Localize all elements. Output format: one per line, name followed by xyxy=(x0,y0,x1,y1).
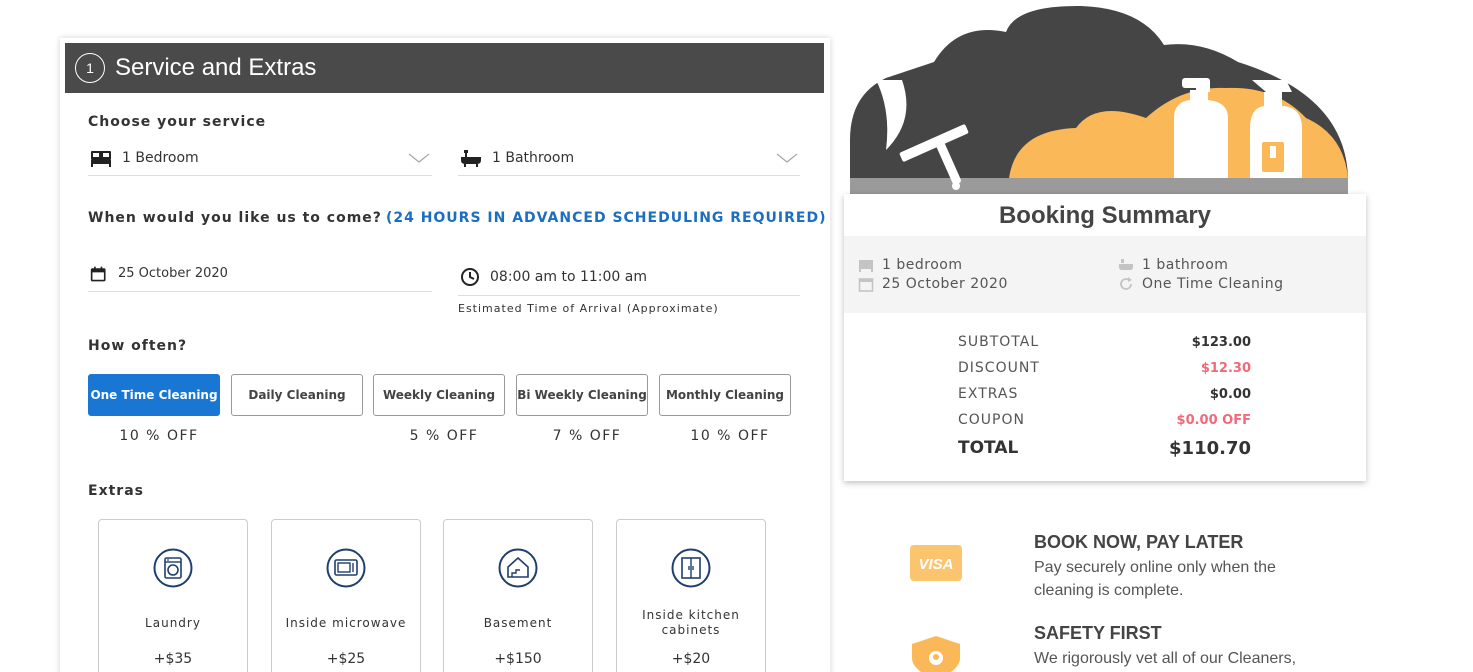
extra-name: Basement xyxy=(483,616,553,630)
booking-summary-card: Booking Summary 1 bedroom 25 October 202… xyxy=(844,194,1366,481)
total-label: TOTAL xyxy=(958,438,1019,458)
extra-name: Inside kitchen cabinets xyxy=(642,608,740,637)
extra-name: Laundry xyxy=(145,616,201,630)
booking-summary-info: 1 bedroom 25 October 2020 1 bathroom One… xyxy=(844,236,1366,313)
eta-note: Estimated Time of Arrival (Approximate) xyxy=(458,302,719,315)
visa-card-icon: VISA xyxy=(910,545,962,581)
time-value: 08:00 am to 11:00 am xyxy=(490,268,647,285)
bathroom-select[interactable]: 1 Bathroom xyxy=(458,140,800,176)
section-title: Service and Extras xyxy=(115,54,317,81)
extra-price: +$20 xyxy=(671,651,711,667)
when-label: When would you like us to come? (24 HOURS… xyxy=(88,210,826,226)
extras-summary-label: EXTRAS xyxy=(958,386,1019,402)
how-often-label: How often? xyxy=(88,338,188,354)
calendar-icon xyxy=(858,278,874,292)
frequency-weekly-button[interactable]: Weekly Cleaning xyxy=(373,374,505,416)
frequency-biweekly-discount: 7 % OFF xyxy=(552,428,622,444)
summary-bedroom: 1 bedroom xyxy=(858,257,962,273)
microwave-icon xyxy=(326,548,366,588)
extra-laundry-card[interactable]: Laundry +$35 xyxy=(98,519,248,672)
extra-price: +$150 xyxy=(494,651,542,667)
extra-name: Inside microwave xyxy=(285,616,407,630)
date-value: 25 October 2020 xyxy=(118,266,228,281)
advance-scheduling-note: (24 HOURS IN ADVANCED SCHEDULING REQUIRE… xyxy=(385,210,827,226)
discount-label: DISCOUNT xyxy=(958,360,1040,376)
frequency-weekly-discount: 5 % OFF xyxy=(409,428,479,444)
bedroom-value: 1 Bedroom xyxy=(122,149,199,166)
coupon-value: $0.00 OFF xyxy=(1176,413,1251,428)
frequency-one-time-button[interactable]: One Time Cleaning xyxy=(88,374,220,416)
summary-date-text: 25 October 2020 xyxy=(882,276,1008,292)
bed-icon xyxy=(91,150,111,167)
refresh-icon xyxy=(1120,277,1132,290)
basement-icon xyxy=(498,548,538,588)
time-field[interactable]: 08:00 am to 11:00 am xyxy=(458,258,800,296)
discount-value: $12.30 xyxy=(1200,361,1251,376)
calendar-icon xyxy=(90,266,106,281)
subtotal-label: SUBTOTAL xyxy=(958,334,1040,350)
extras-summary-value: $0.00 xyxy=(1209,387,1251,402)
summary-bathroom: 1 bathroom xyxy=(1118,257,1228,273)
shield-icon xyxy=(912,636,960,672)
extra-cabinets-card[interactable]: Inside kitchen cabinets +$20 xyxy=(616,519,766,672)
summary-frequency-text: One Time Cleaning xyxy=(1142,276,1284,292)
frequency-monthly-button[interactable]: Monthly Cleaning xyxy=(659,374,791,416)
section-header: 1 Service and Extras xyxy=(65,43,824,93)
cleaning-hero-illustration xyxy=(850,5,1348,196)
frequency-biweekly-button[interactable]: Bi Weekly Cleaning xyxy=(516,374,648,416)
service-extras-panel: 1 Service and Extras Choose your service… xyxy=(60,38,830,672)
bathtub-icon xyxy=(461,149,481,167)
frequency-daily-button[interactable]: Daily Cleaning xyxy=(231,374,363,416)
extra-price: +$35 xyxy=(153,651,193,667)
frequency-one-time-discount: 10 % OFF xyxy=(119,428,199,444)
total-value: $110.70 xyxy=(1169,438,1251,459)
booking-summary-title: Booking Summary xyxy=(998,202,1212,229)
visa-badge-text: VISA xyxy=(918,556,953,573)
extra-basement-card[interactable]: Basement +$150 xyxy=(443,519,593,672)
step-number: 1 xyxy=(75,53,105,83)
date-field[interactable]: 25 October 2020 xyxy=(88,256,432,292)
bedroom-select[interactable]: 1 Bedroom xyxy=(88,140,432,176)
bathroom-value: 1 Bathroom xyxy=(492,149,575,166)
chevron-down-icon xyxy=(408,152,430,163)
subtotal-value: $123.00 xyxy=(1191,335,1251,350)
summary-bedroom-text: 1 bedroom xyxy=(882,257,963,273)
promo-title: BOOK NOW, PAY LATER xyxy=(1034,532,1244,552)
clock-icon xyxy=(461,267,479,286)
promo-title: SAFETY FIRST xyxy=(1034,623,1162,643)
chevron-down-icon xyxy=(776,152,798,163)
promo-text: Pay securely online only when the cleani… xyxy=(1034,559,1276,599)
frequency-monthly-discount: 10 % OFF xyxy=(690,428,770,444)
coupon-label: COUPON xyxy=(958,412,1025,428)
summary-frequency: One Time Cleaning xyxy=(1118,276,1284,292)
when-label-text: When would you like us to come? xyxy=(88,210,382,226)
bathtub-icon xyxy=(1119,259,1133,270)
cabinet-icon xyxy=(671,548,711,588)
extras-label: Extras xyxy=(88,483,144,499)
extra-microwave-card[interactable]: Inside microwave +$25 xyxy=(271,519,421,672)
promo-text: We rigorously vet all of our Cleaners, xyxy=(1034,650,1297,667)
summary-bathroom-text: 1 bathroom xyxy=(1142,257,1229,273)
extra-price: +$25 xyxy=(326,651,366,667)
summary-date: 25 October 2020 xyxy=(858,276,1008,292)
choose-service-label: Choose your service xyxy=(88,114,267,130)
bed-icon xyxy=(859,260,873,272)
washing-machine-icon xyxy=(153,548,193,588)
